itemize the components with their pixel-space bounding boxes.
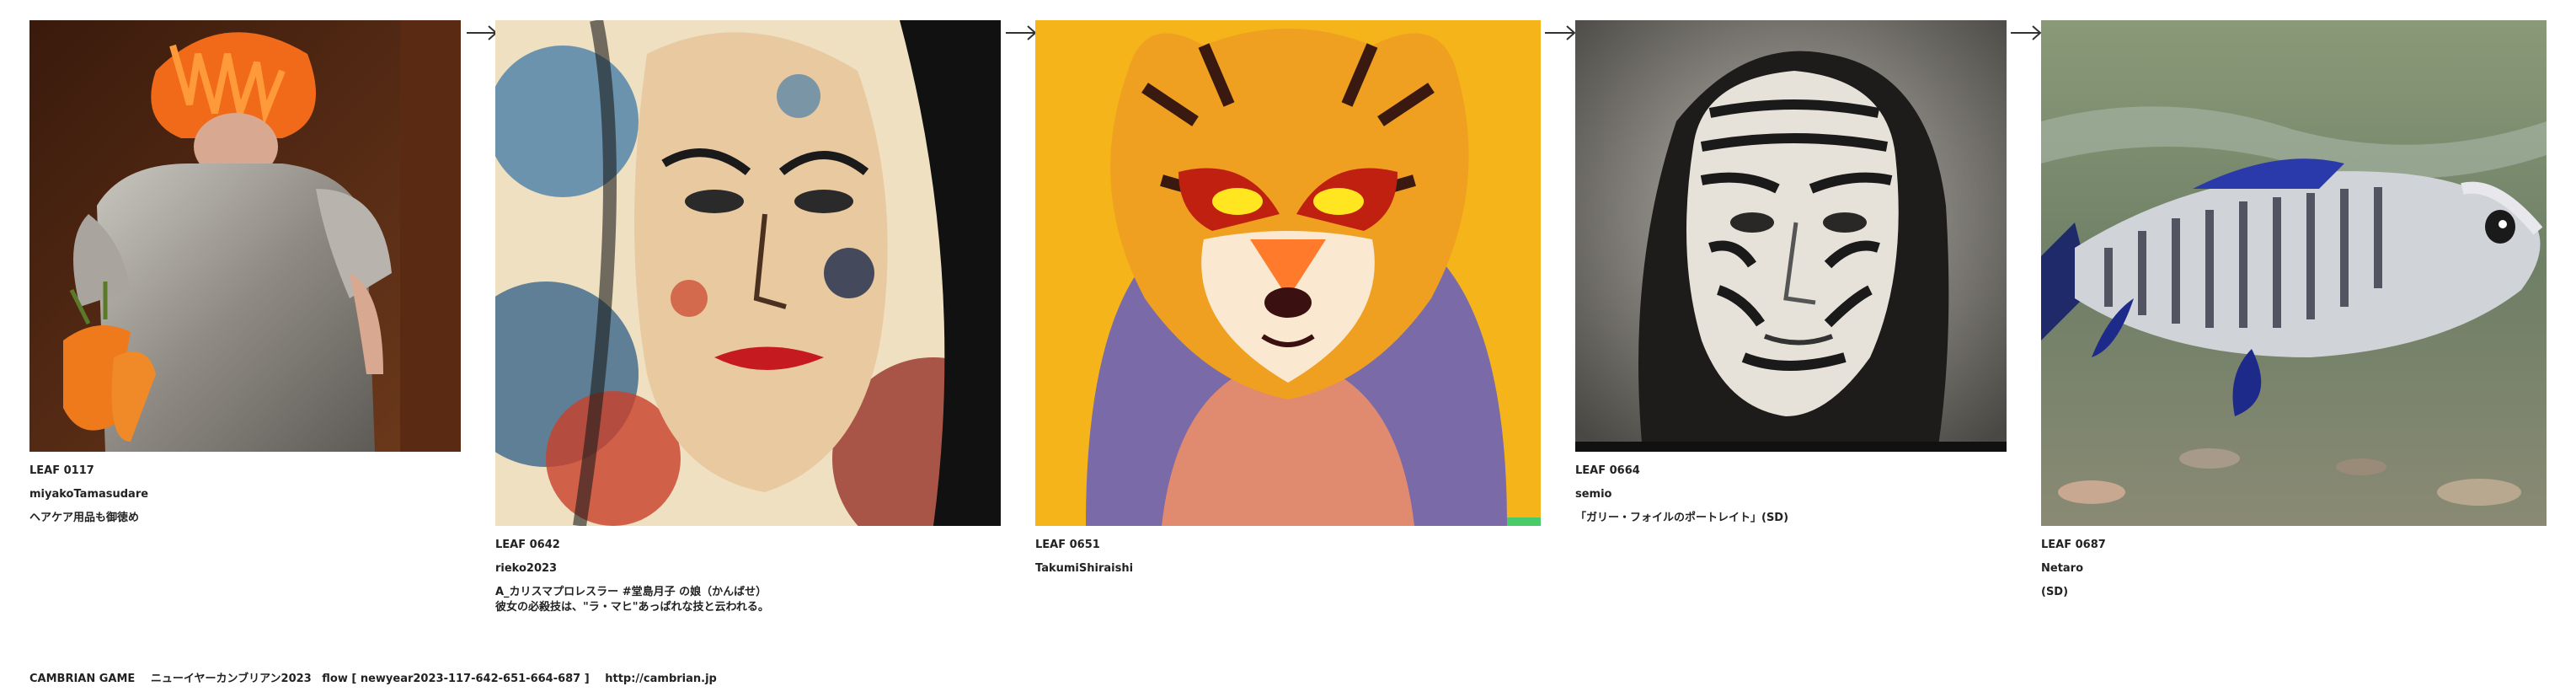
leaf-image-0651[interactable]: [1035, 20, 1541, 526]
leaf-caption: LEAF 0117 miyakoTamasudare ヘアケア用品も御徳め: [29, 465, 461, 524]
leaf-author[interactable]: miyakoTamasudare: [29, 489, 461, 501]
arrow-right-icon: [1006, 25, 1037, 40]
tiger-character-image: [1035, 20, 1541, 526]
footer-flow: flow [ newyear2023-117-642-651-664-687 ]: [322, 673, 590, 685]
leaf-number[interactable]: LEAF 0117: [29, 465, 461, 477]
leaf-card-0642[interactable]: LEAF 0642 rieko2023 A_カリスマプロレスラー #堂島月子 の…: [495, 20, 1001, 614]
leaf-image-0687[interactable]: [2041, 20, 2547, 526]
armored-figure-with-carrots-image: [29, 20, 461, 452]
leaf-number[interactable]: LEAF 0651: [1035, 539, 1541, 551]
footer-title: ニューイヤーカンブリアン2023: [150, 673, 312, 685]
leaf-caption-line: A_カリスマプロレスラー #堂島月子 の娘（かんばせ）: [495, 586, 767, 598]
leaf-caption: LEAF 0687 Netaro (SD): [2041, 539, 2547, 598]
leaf-card-0687[interactable]: LEAF 0687 Netaro (SD): [2041, 20, 2547, 598]
striped-fish-underwater-image: [2041, 20, 2547, 526]
leaf-caption-line: (SD): [2041, 586, 2069, 598]
leaf-number[interactable]: LEAF 0642: [495, 539, 1001, 551]
leaf-author[interactable]: Netaro: [2041, 563, 2547, 575]
leaf-author[interactable]: semio: [1575, 489, 2007, 501]
tattooed-face-portrait-image: [1575, 20, 2007, 452]
leaf-card-0117[interactable]: LEAF 0117 miyakoTamasudare ヘアケア用品も御徳め: [29, 20, 461, 524]
leaf-caption-line: 「ガリー・フォイルのポートレイト」(SD): [1575, 512, 1789, 524]
arrow-right-icon: [467, 25, 498, 40]
footer-game-name: CAMBRIAN GAME: [29, 673, 136, 685]
leaf-caption: LEAF 0664 semio 「ガリー・フォイルのポートレイト」(SD): [1575, 465, 2007, 524]
leaf-caption-line: ヘアケア用品も御徳め: [29, 512, 140, 524]
footer-url-link[interactable]: http://cambrian.jp: [605, 673, 717, 685]
leaf-caption-line: 彼女の必殺技は、"ラ・マヒ"あっぱれな技と云われる。: [495, 601, 769, 614]
leaf-caption: LEAF 0651 TakumiShiraishi: [1035, 539, 1541, 575]
leaf-card-0651[interactable]: LEAF 0651 TakumiShiraishi: [1035, 20, 1541, 575]
leaf-image-0117[interactable]: [29, 20, 461, 452]
leaf-number[interactable]: LEAF 0687: [2041, 539, 2547, 551]
leaf-image-0664[interactable]: [1575, 20, 2007, 452]
painted-woman-portrait-image: [495, 20, 1001, 526]
leaf-author[interactable]: TakumiShiraishi: [1035, 563, 1541, 575]
footer: CAMBRIAN GAME ニューイヤーカンブリアン2023 flow [ ne…: [29, 669, 729, 685]
leaf-caption: LEAF 0642 rieko2023 A_カリスマプロレスラー #堂島月子 の…: [495, 539, 1001, 614]
arrow-right-icon: [2011, 25, 2042, 40]
arrow-right-icon: [1545, 25, 1576, 40]
leaf-author[interactable]: rieko2023: [495, 563, 1001, 575]
leaf-image-0642[interactable]: [495, 20, 1001, 526]
leaf-card-0664[interactable]: LEAF 0664 semio 「ガリー・フォイルのポートレイト」(SD): [1575, 20, 2007, 524]
leaf-number[interactable]: LEAF 0664: [1575, 465, 2007, 477]
